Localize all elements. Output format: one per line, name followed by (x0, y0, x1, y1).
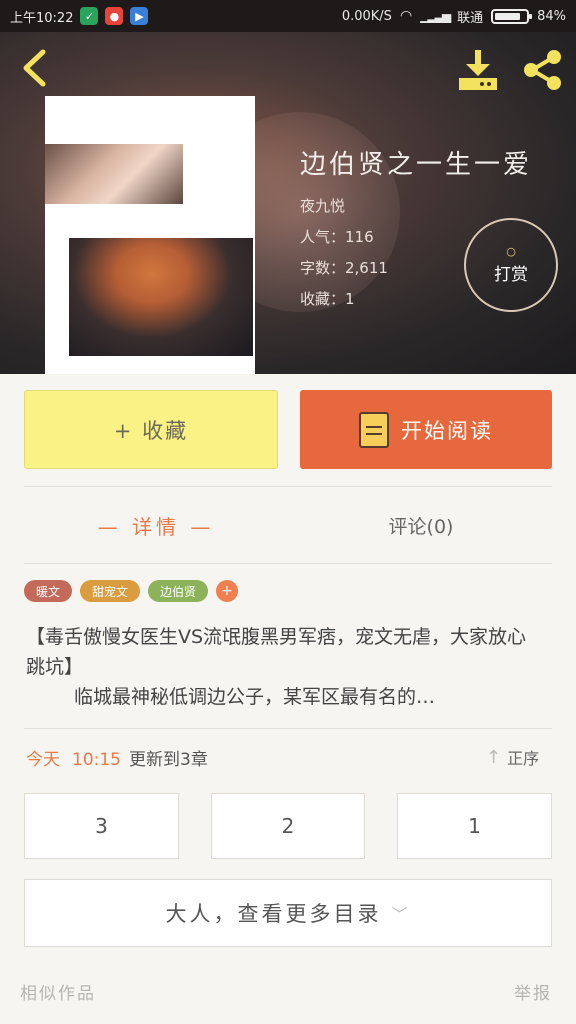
sort-toggle[interactable]: ↑ 正序 (486, 745, 539, 769)
wifi-icon: ◠ (399, 8, 413, 24)
update-time: 10:15 (72, 750, 121, 770)
synopsis-line: 临城最神秘低调边公子，某军区最有名的… (74, 686, 436, 708)
coin-icon: ○ (506, 245, 516, 258)
carrier-label: 联通 (457, 10, 484, 26)
cover-photo-girl (45, 144, 183, 204)
weibo-app-icon: ● (105, 7, 124, 25)
battery-icon (491, 8, 533, 24)
status-bar: 上午10:22 ✓ ● ▶ 0.00K/S ◠ ▁▂▃▅ 联通 84% (0, 0, 576, 32)
tag[interactable]: 甜宠文 (80, 580, 141, 602)
network-speed: 0.00K/S (341, 8, 392, 24)
read-label: 开始阅读 (401, 418, 493, 443)
tab-detail-label: — 详情 — (97, 514, 215, 539)
book-author[interactable]: 夜九悦 (300, 191, 560, 222)
cover-photo-boy (69, 238, 253, 356)
share-icon (524, 50, 561, 90)
tag[interactable]: 边伯贤 (148, 580, 209, 602)
book-synopsis[interactable]: 【毒舌傲慢女医生VS流氓腹黑男军痞，宠文无虐，大家放心跳坑】 临城最神秘低调边公… (26, 622, 536, 712)
book-icon (359, 411, 389, 448)
update-text: 更新到3章 (129, 750, 208, 770)
play-app-icon: ▶ (130, 7, 149, 25)
status-time: 上午10:22 (10, 10, 74, 26)
download-icon (459, 50, 497, 90)
add-to-favorites-button[interactable]: + 收藏 (24, 390, 278, 469)
arrow-up-icon: ↑ (486, 746, 502, 768)
chapter-item[interactable]: 3 (24, 793, 179, 859)
share-button[interactable] (520, 48, 568, 92)
chapter-item[interactable]: 2 (211, 793, 365, 859)
more-catalog-label: 大人，查看更多目录 (165, 902, 382, 926)
similar-works-label: 相似作品 (20, 984, 96, 1004)
tag-list: 暖文 甜宠文 边伯贤 + (24, 580, 239, 602)
chevron-down-icon: ﹀ (391, 905, 411, 924)
book-cover (45, 96, 255, 374)
update-day: 今天 (26, 750, 60, 770)
report-link[interactable]: 举报 (514, 979, 552, 1004)
more-catalog-button[interactable]: 大人，查看更多目录 ﹀ (24, 879, 552, 947)
battery-percent: 84% (537, 8, 566, 24)
tab-comments[interactable]: 评论(0) (290, 490, 552, 560)
tag[interactable]: 暖文 (24, 580, 73, 602)
sort-label: 正序 (507, 749, 540, 768)
add-tag-button[interactable]: + (216, 580, 239, 602)
chapter-item[interactable]: 1 (397, 793, 552, 859)
signal-icon: ▁▂▃▅ (420, 9, 451, 23)
back-button[interactable] (14, 48, 54, 88)
download-button[interactable] (456, 48, 500, 92)
tip-button[interactable]: ○ 打赏 (464, 218, 558, 312)
shield-app-icon: ✓ (80, 7, 99, 25)
update-info: 今天 10:15 更新到3章 (26, 745, 208, 770)
chevron-left-icon (23, 49, 46, 87)
divider (24, 486, 552, 487)
book-header: 边伯贤之一生一爱 夜九悦 人气：116 字数：2,611 收藏：1 ○ 打赏 (0, 32, 576, 374)
divider (24, 728, 552, 729)
battery-fill (495, 12, 521, 20)
book-title: 边伯贤之一生一爱 (300, 150, 533, 180)
tip-label: 打赏 (494, 265, 528, 285)
tab-detail[interactable]: — 详情 — (24, 490, 288, 560)
start-reading-button[interactable]: 开始阅读 (300, 390, 552, 469)
synopsis-line: 【毒舌傲慢女医生VS流氓腹黑男军痞，宠文无虐，大家放心跳坑】 (26, 626, 527, 678)
favorite-label: + 收藏 (113, 418, 189, 443)
divider (24, 563, 552, 564)
tab-comments-label: 评论(0) (388, 515, 454, 538)
